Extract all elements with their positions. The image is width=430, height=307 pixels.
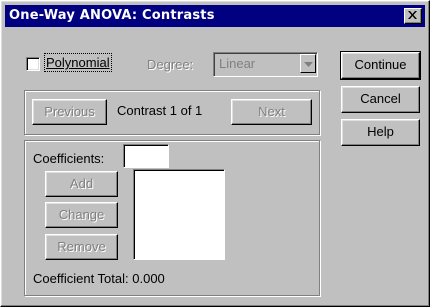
coefficient-input[interactable] (123, 144, 169, 168)
change-button[interactable]: Change (45, 202, 118, 228)
coefficient-total: Coefficient Total: 0.000 (33, 271, 165, 286)
contrast-counter: Contrast 1 of 1 (117, 103, 203, 118)
close-button[interactable] (404, 8, 422, 24)
remove-button[interactable]: Remove (45, 234, 118, 260)
chevron-down-icon (304, 62, 313, 67)
degree-select[interactable]: Linear (213, 52, 318, 77)
dialog-title: One-Way ANOVA: Contrasts (9, 8, 215, 23)
polynomial-label[interactable]: Polynomial (44, 53, 112, 72)
title-bar[interactable]: One-Way ANOVA: Contrasts (5, 5, 425, 27)
coefficients-label: Coefficients: (33, 151, 105, 166)
degree-dropdown-button[interactable] (300, 54, 316, 73)
close-icon (408, 11, 417, 19)
previous-button[interactable]: Previous (32, 99, 107, 125)
polynomial-checkbox[interactable] (26, 57, 40, 71)
degree-label: Degree: (147, 57, 194, 72)
cancel-button[interactable]: Cancel (341, 86, 420, 113)
next-button[interactable]: Next (231, 99, 312, 125)
help-button[interactable]: Help (341, 119, 420, 146)
add-button[interactable]: Add (45, 171, 118, 197)
polynomial-label-text: Polynomial (46, 55, 110, 70)
continue-button[interactable]: Continue (340, 51, 421, 80)
coefficients-list[interactable] (133, 169, 225, 260)
contrasts-dialog: One-Way ANOVA: Contrasts Polynomial Degr… (0, 0, 430, 307)
degree-select-value: Linear (219, 56, 256, 71)
